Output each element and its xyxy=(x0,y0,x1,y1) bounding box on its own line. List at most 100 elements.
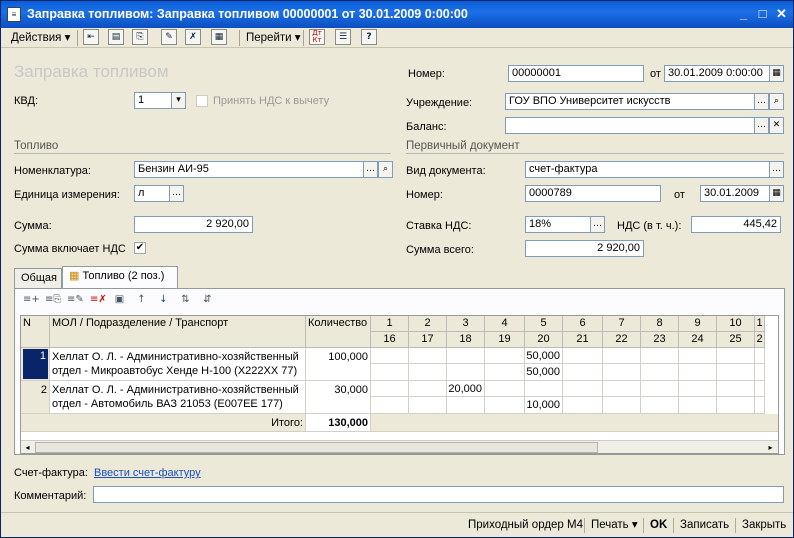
comment-field[interactable] xyxy=(93,486,784,503)
day-cell[interactable] xyxy=(755,397,765,414)
column-header-day[interactable]: 5 xyxy=(525,316,563,332)
day-cell[interactable] xyxy=(371,364,409,381)
day-cell[interactable] xyxy=(603,397,641,414)
copy-icon[interactable]: ⎘ xyxy=(132,29,148,45)
vat-rate-field[interactable]: 18% xyxy=(525,216,591,233)
day-cell[interactable] xyxy=(409,397,447,414)
day-cell[interactable] xyxy=(371,397,409,414)
balance-field[interactable] xyxy=(505,117,755,134)
date-field[interactable]: 30.01.2009 0:00:00 xyxy=(664,65,770,82)
column-header-day[interactable]: 25 xyxy=(717,332,755,348)
help-icon[interactable]: ? xyxy=(361,29,377,45)
dt-kt-icon[interactable]: Дт Кт xyxy=(309,29,325,45)
day-cell[interactable] xyxy=(641,381,679,397)
document-edit-icon[interactable]: ▤ xyxy=(108,29,124,45)
maximize-button[interactable]: □ xyxy=(753,5,772,24)
column-header-day[interactable]: 19 xyxy=(485,332,525,348)
column-header-day[interactable]: 1 xyxy=(755,316,765,332)
day-cell[interactable] xyxy=(755,381,765,397)
delete-document-icon[interactable]: ✗ xyxy=(185,29,201,45)
day-cell[interactable] xyxy=(679,348,717,364)
document-post-icon[interactable]: ✎ xyxy=(161,29,177,45)
save-button[interactable]: Записать xyxy=(680,517,729,534)
search-icon[interactable]: ⌕ xyxy=(378,161,393,178)
column-header-day[interactable]: 16 xyxy=(371,332,409,348)
journal-icon[interactable]: ☰ xyxy=(335,29,351,45)
ellipsis-select-icon[interactable]: … xyxy=(590,216,605,233)
column-header-day[interactable]: 3 xyxy=(447,316,485,332)
column-header-n[interactable]: N xyxy=(21,316,50,348)
day-cell[interactable] xyxy=(679,381,717,397)
chevron-down-icon[interactable]: ▾ xyxy=(171,92,186,109)
column-header-day[interactable]: 22 xyxy=(603,332,641,348)
column-header-day[interactable]: 21 xyxy=(563,332,603,348)
column-header-day[interactable]: 10 xyxy=(717,316,755,332)
mol-cell[interactable]: Хеллат О. Л. - Административно-хозяйстве… xyxy=(50,381,306,414)
search-icon[interactable]: ⌕ xyxy=(769,93,784,110)
tab-fuel[interactable]: ▦ Топливо (2 поз.) xyxy=(62,266,178,288)
ellipsis-select-icon[interactable]: … xyxy=(363,161,378,178)
day-cell[interactable] xyxy=(409,364,447,381)
qty-cell[interactable]: 100,000 xyxy=(306,348,371,381)
column-header-day[interactable]: 6 xyxy=(563,316,603,332)
day-cell[interactable] xyxy=(447,348,485,364)
column-header-day[interactable]: 1 xyxy=(371,316,409,332)
day-cell[interactable] xyxy=(755,364,765,381)
column-header-day[interactable]: 8 xyxy=(641,316,679,332)
day-cell[interactable] xyxy=(641,364,679,381)
nomenclature-field[interactable]: Бензин АИ-95 xyxy=(134,161,364,178)
delete-row-icon[interactable]: ≡✗ xyxy=(90,292,107,307)
column-header-day[interactable]: 18 xyxy=(447,332,485,348)
clear-icon[interactable]: ✕ xyxy=(769,117,784,134)
sort-descending-icon[interactable]: ⇵ xyxy=(200,292,215,307)
tab-general[interactable]: Общая xyxy=(14,268,62,288)
day-cell[interactable] xyxy=(485,348,525,364)
day-cell[interactable] xyxy=(717,397,755,414)
mol-cell[interactable]: Хеллат О. Л. - Административно-хозяйстве… xyxy=(50,348,306,381)
scrollbar-thumb[interactable] xyxy=(35,442,598,453)
day-cell[interactable] xyxy=(525,381,563,397)
sort-ascending-icon[interactable]: ⇅ xyxy=(178,292,193,307)
enter-invoice-link[interactable]: Ввести счет-фактуру xyxy=(94,467,201,479)
day-cell[interactable]: 50,000 xyxy=(525,348,563,364)
day-cell[interactable] xyxy=(563,397,603,414)
total-sum-field[interactable]: 2 920,00 xyxy=(525,240,644,257)
day-cell[interactable] xyxy=(409,381,447,397)
actions-menu[interactable]: Действия ▾ xyxy=(11,29,70,47)
day-cell[interactable] xyxy=(409,348,447,364)
ok-button[interactable]: OK xyxy=(650,517,667,534)
ellipsis-select-icon[interactable]: … xyxy=(769,161,784,178)
column-header-mol[interactable]: МОЛ / Подразделение / Транспорт xyxy=(50,316,306,348)
day-cell[interactable] xyxy=(371,381,409,397)
doc-number-field[interactable]: 0000789 xyxy=(525,185,661,202)
column-header-day[interactable]: 2 xyxy=(409,316,447,332)
column-header-day[interactable]: 2 xyxy=(755,332,765,348)
calendar-icon[interactable]: ▦ xyxy=(769,65,784,82)
sum-includes-vat-checkbox[interactable]: ✔ xyxy=(134,242,146,254)
day-cell[interactable] xyxy=(563,348,603,364)
day-cell[interactable]: 10,000 xyxy=(525,397,563,414)
back-arrow-icon[interactable]: ⇤ xyxy=(83,29,99,45)
column-header-day[interactable]: 23 xyxy=(641,332,679,348)
day-cell[interactable] xyxy=(679,364,717,381)
day-cell[interactable] xyxy=(485,397,525,414)
day-cell[interactable] xyxy=(717,348,755,364)
day-cell[interactable] xyxy=(447,397,485,414)
column-header-day[interactable]: 17 xyxy=(409,332,447,348)
goto-menu[interactable]: Перейти ▾ xyxy=(246,29,301,47)
ellipsis-select-icon[interactable]: … xyxy=(754,117,769,134)
column-header-day[interactable]: 7 xyxy=(603,316,641,332)
move-down-icon[interactable]: ↓ xyxy=(156,292,171,307)
day-cell[interactable] xyxy=(717,381,755,397)
doc-date-field[interactable]: 30.01.2009 xyxy=(700,185,770,202)
scroll-left-icon[interactable]: ◂ xyxy=(21,441,34,453)
kvd-select[interactable]: 1 xyxy=(134,92,174,109)
day-cell[interactable] xyxy=(485,381,525,397)
day-cell[interactable]: 50,000 xyxy=(525,364,563,381)
ellipsis-select-icon[interactable]: … xyxy=(169,185,184,202)
day-cell[interactable] xyxy=(563,364,603,381)
day-cell[interactable] xyxy=(717,364,755,381)
receipt-order-button[interactable]: Приходный ордер М4 xyxy=(468,517,583,534)
copy-row-icon[interactable]: ≡⎘ xyxy=(45,292,61,307)
qty-cell[interactable]: 30,000 xyxy=(306,381,371,414)
